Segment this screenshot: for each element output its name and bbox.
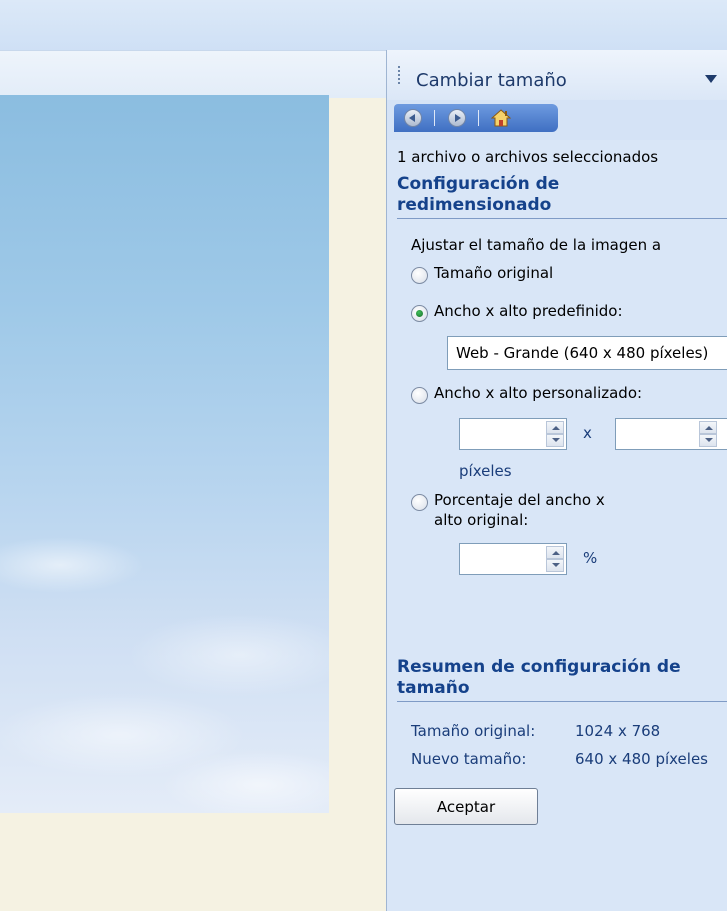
photo-preview xyxy=(0,95,329,813)
task-pane: Cambiar tamaño 1 archivo o archivos sele… xyxy=(386,50,727,911)
pixels-unit-label: píxeles xyxy=(459,462,512,480)
spin-up-icon[interactable] xyxy=(546,546,564,559)
radio-original-size[interactable] xyxy=(411,267,428,284)
section-divider xyxy=(397,701,727,702)
height-spinner-buttons[interactable] xyxy=(699,421,717,447)
spin-up-icon[interactable] xyxy=(699,421,717,434)
task-pane-content: 1 archivo o archivos seleccionados Confi… xyxy=(387,140,727,911)
selection-count: 1 archivo o archivos seleccionados xyxy=(397,148,659,166)
task-pane-navbar xyxy=(394,104,558,132)
spin-up-icon[interactable] xyxy=(546,421,564,434)
radio-predefined-size[interactable] xyxy=(411,305,428,322)
spin-down-icon[interactable] xyxy=(699,434,717,447)
custom-x-separator: x xyxy=(583,424,592,442)
custom-width-stepper[interactable] xyxy=(459,418,567,450)
task-pane-menu-arrow-icon[interactable] xyxy=(705,75,717,83)
accept-button[interactable]: Aceptar xyxy=(394,788,538,825)
drag-grip-icon[interactable] xyxy=(398,66,402,84)
option-predefined-size-label[interactable]: Ancho x alto predefinido: xyxy=(434,302,623,320)
forward-arrow-icon xyxy=(448,109,466,127)
home-button[interactable] xyxy=(486,106,516,130)
percentage-stepper[interactable] xyxy=(459,543,567,575)
radio-percentage[interactable] xyxy=(411,494,428,511)
new-size-label: Nuevo tamaño: xyxy=(411,750,527,768)
section-divider xyxy=(397,218,727,219)
back-button[interactable] xyxy=(398,106,428,130)
editor-toolbar xyxy=(0,50,386,99)
top-band xyxy=(0,0,727,50)
spin-down-icon[interactable] xyxy=(546,434,564,447)
radio-custom-size[interactable] xyxy=(411,387,428,404)
option-percentage-label[interactable]: Porcentaje del ancho x alto original: xyxy=(434,490,614,530)
option-original-size-label[interactable]: Tamaño original xyxy=(434,264,553,282)
nav-separator xyxy=(434,110,435,126)
summary-heading: Resumen de configuración de tamaño xyxy=(397,657,681,698)
predefined-size-select[interactable]: Web - Grande (640 x 480 píxeles) xyxy=(447,336,727,370)
task-pane-titlebar: Cambiar tamaño xyxy=(387,50,727,100)
spin-down-icon[interactable] xyxy=(546,559,564,572)
home-icon xyxy=(491,109,511,127)
percent-sign: % xyxy=(583,549,598,567)
resize-intro: Ajustar el tamaño de la imagen a xyxy=(411,236,662,254)
back-arrow-icon xyxy=(404,109,422,127)
task-pane-title: Cambiar tamaño xyxy=(416,70,567,91)
forward-button[interactable] xyxy=(442,106,472,130)
width-spinner-buttons[interactable] xyxy=(546,421,564,447)
original-size-label: Tamaño original: xyxy=(411,722,536,740)
option-custom-size-label[interactable]: Ancho x alto personalizado: xyxy=(434,384,642,402)
resize-settings-heading: Configuración de redimensionado xyxy=(397,174,560,215)
original-size-value: 1024 x 768 xyxy=(575,722,661,740)
percentage-spinner-buttons[interactable] xyxy=(546,546,564,572)
custom-height-stepper[interactable] xyxy=(615,418,727,450)
nav-separator xyxy=(478,110,479,126)
new-size-value: 640 x 480 píxeles xyxy=(575,750,708,768)
